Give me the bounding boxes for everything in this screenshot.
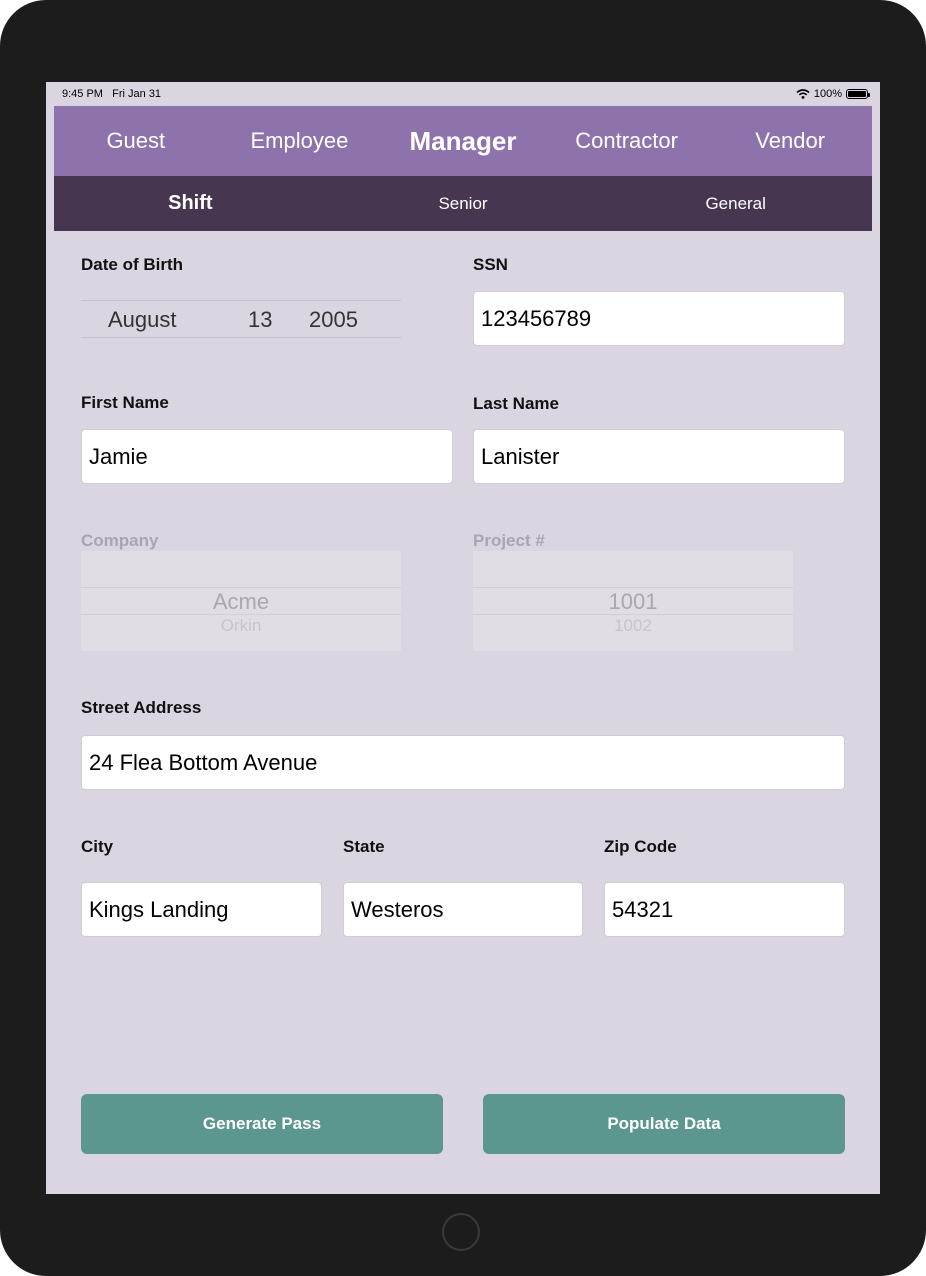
company-picker-selected: Acme: [212, 589, 270, 614]
first-name-field[interactable]: Jamie: [81, 429, 453, 484]
company-label: Company: [81, 531, 159, 550]
status-time: 9:45 PM Fri Jan 31: [62, 88, 161, 100]
project-picker-selected: 1001: [608, 589, 658, 614]
zip-code-field[interactable]: 54321: [604, 882, 845, 937]
wifi-icon: [796, 89, 810, 99]
app-screen: 9:45 PM Fri Jan 31 100% Guest Employee M…: [46, 82, 880, 1194]
ssn-label: SSN: [473, 255, 508, 274]
status-time-text: 9:45 PM: [62, 88, 103, 100]
street-address-label: Street Address: [81, 698, 202, 717]
entrant-type-tabs: Guest Employee Manager Contractor Vendor: [54, 106, 872, 176]
battery-fill: [848, 91, 866, 97]
battery-percent: 100%: [813, 88, 842, 100]
tab-manager[interactable]: Manager: [381, 126, 545, 157]
last-name-field[interactable]: Lanister: [473, 429, 845, 484]
tab-vendor[interactable]: Vendor: [708, 128, 872, 154]
dob-label: Date of Birth: [81, 255, 183, 274]
company-picker-next: Orkin: [220, 616, 262, 635]
entrant-subtype-tabs: Shift Senior General: [54, 176, 872, 231]
dob-month: August: [108, 307, 177, 332]
company-picker: Acme Orkin: [81, 551, 401, 651]
state-label: State: [343, 837, 385, 856]
project-picker: 1001 1002: [473, 551, 793, 651]
subtab-shift[interactable]: Shift: [54, 192, 327, 215]
last-name-label: Last Name: [473, 394, 559, 413]
city-field[interactable]: Kings Landing: [81, 882, 322, 937]
home-button[interactable]: [442, 1213, 480, 1251]
generate-pass-button[interactable]: Generate Pass: [81, 1094, 443, 1154]
dob-year: 2005: [309, 307, 358, 332]
dob-day: 13: [248, 307, 273, 332]
first-name-label: First Name: [81, 393, 169, 412]
tab-contractor[interactable]: Contractor: [545, 128, 709, 154]
status-indicators: 100%: [796, 88, 870, 100]
project-label: Project #: [473, 531, 545, 550]
city-label: City: [81, 837, 114, 856]
street-address-field[interactable]: 24 Flea Bottom Avenue: [81, 735, 845, 790]
tab-guest[interactable]: Guest: [54, 128, 218, 154]
status-bar: 9:45 PM Fri Jan 31 100%: [46, 82, 880, 106]
populate-data-button[interactable]: Populate Data: [483, 1094, 845, 1154]
tablet-frame: 9:45 PM Fri Jan 31 100% Guest Employee M…: [0, 0, 926, 1276]
subtab-general[interactable]: General: [599, 194, 872, 214]
tab-employee[interactable]: Employee: [218, 128, 382, 154]
project-picker-next: 1002: [614, 616, 652, 635]
zip-code-label: Zip Code: [604, 837, 677, 856]
subtab-senior[interactable]: Senior: [327, 194, 600, 214]
state-field[interactable]: Westeros: [343, 882, 583, 937]
battery-icon: [846, 89, 870, 99]
dob-date-picker[interactable]: August 13 2005: [81, 300, 401, 338]
status-date-text: Fri Jan 31: [112, 88, 162, 100]
ssn-field[interactable]: 123456789: [473, 291, 845, 346]
